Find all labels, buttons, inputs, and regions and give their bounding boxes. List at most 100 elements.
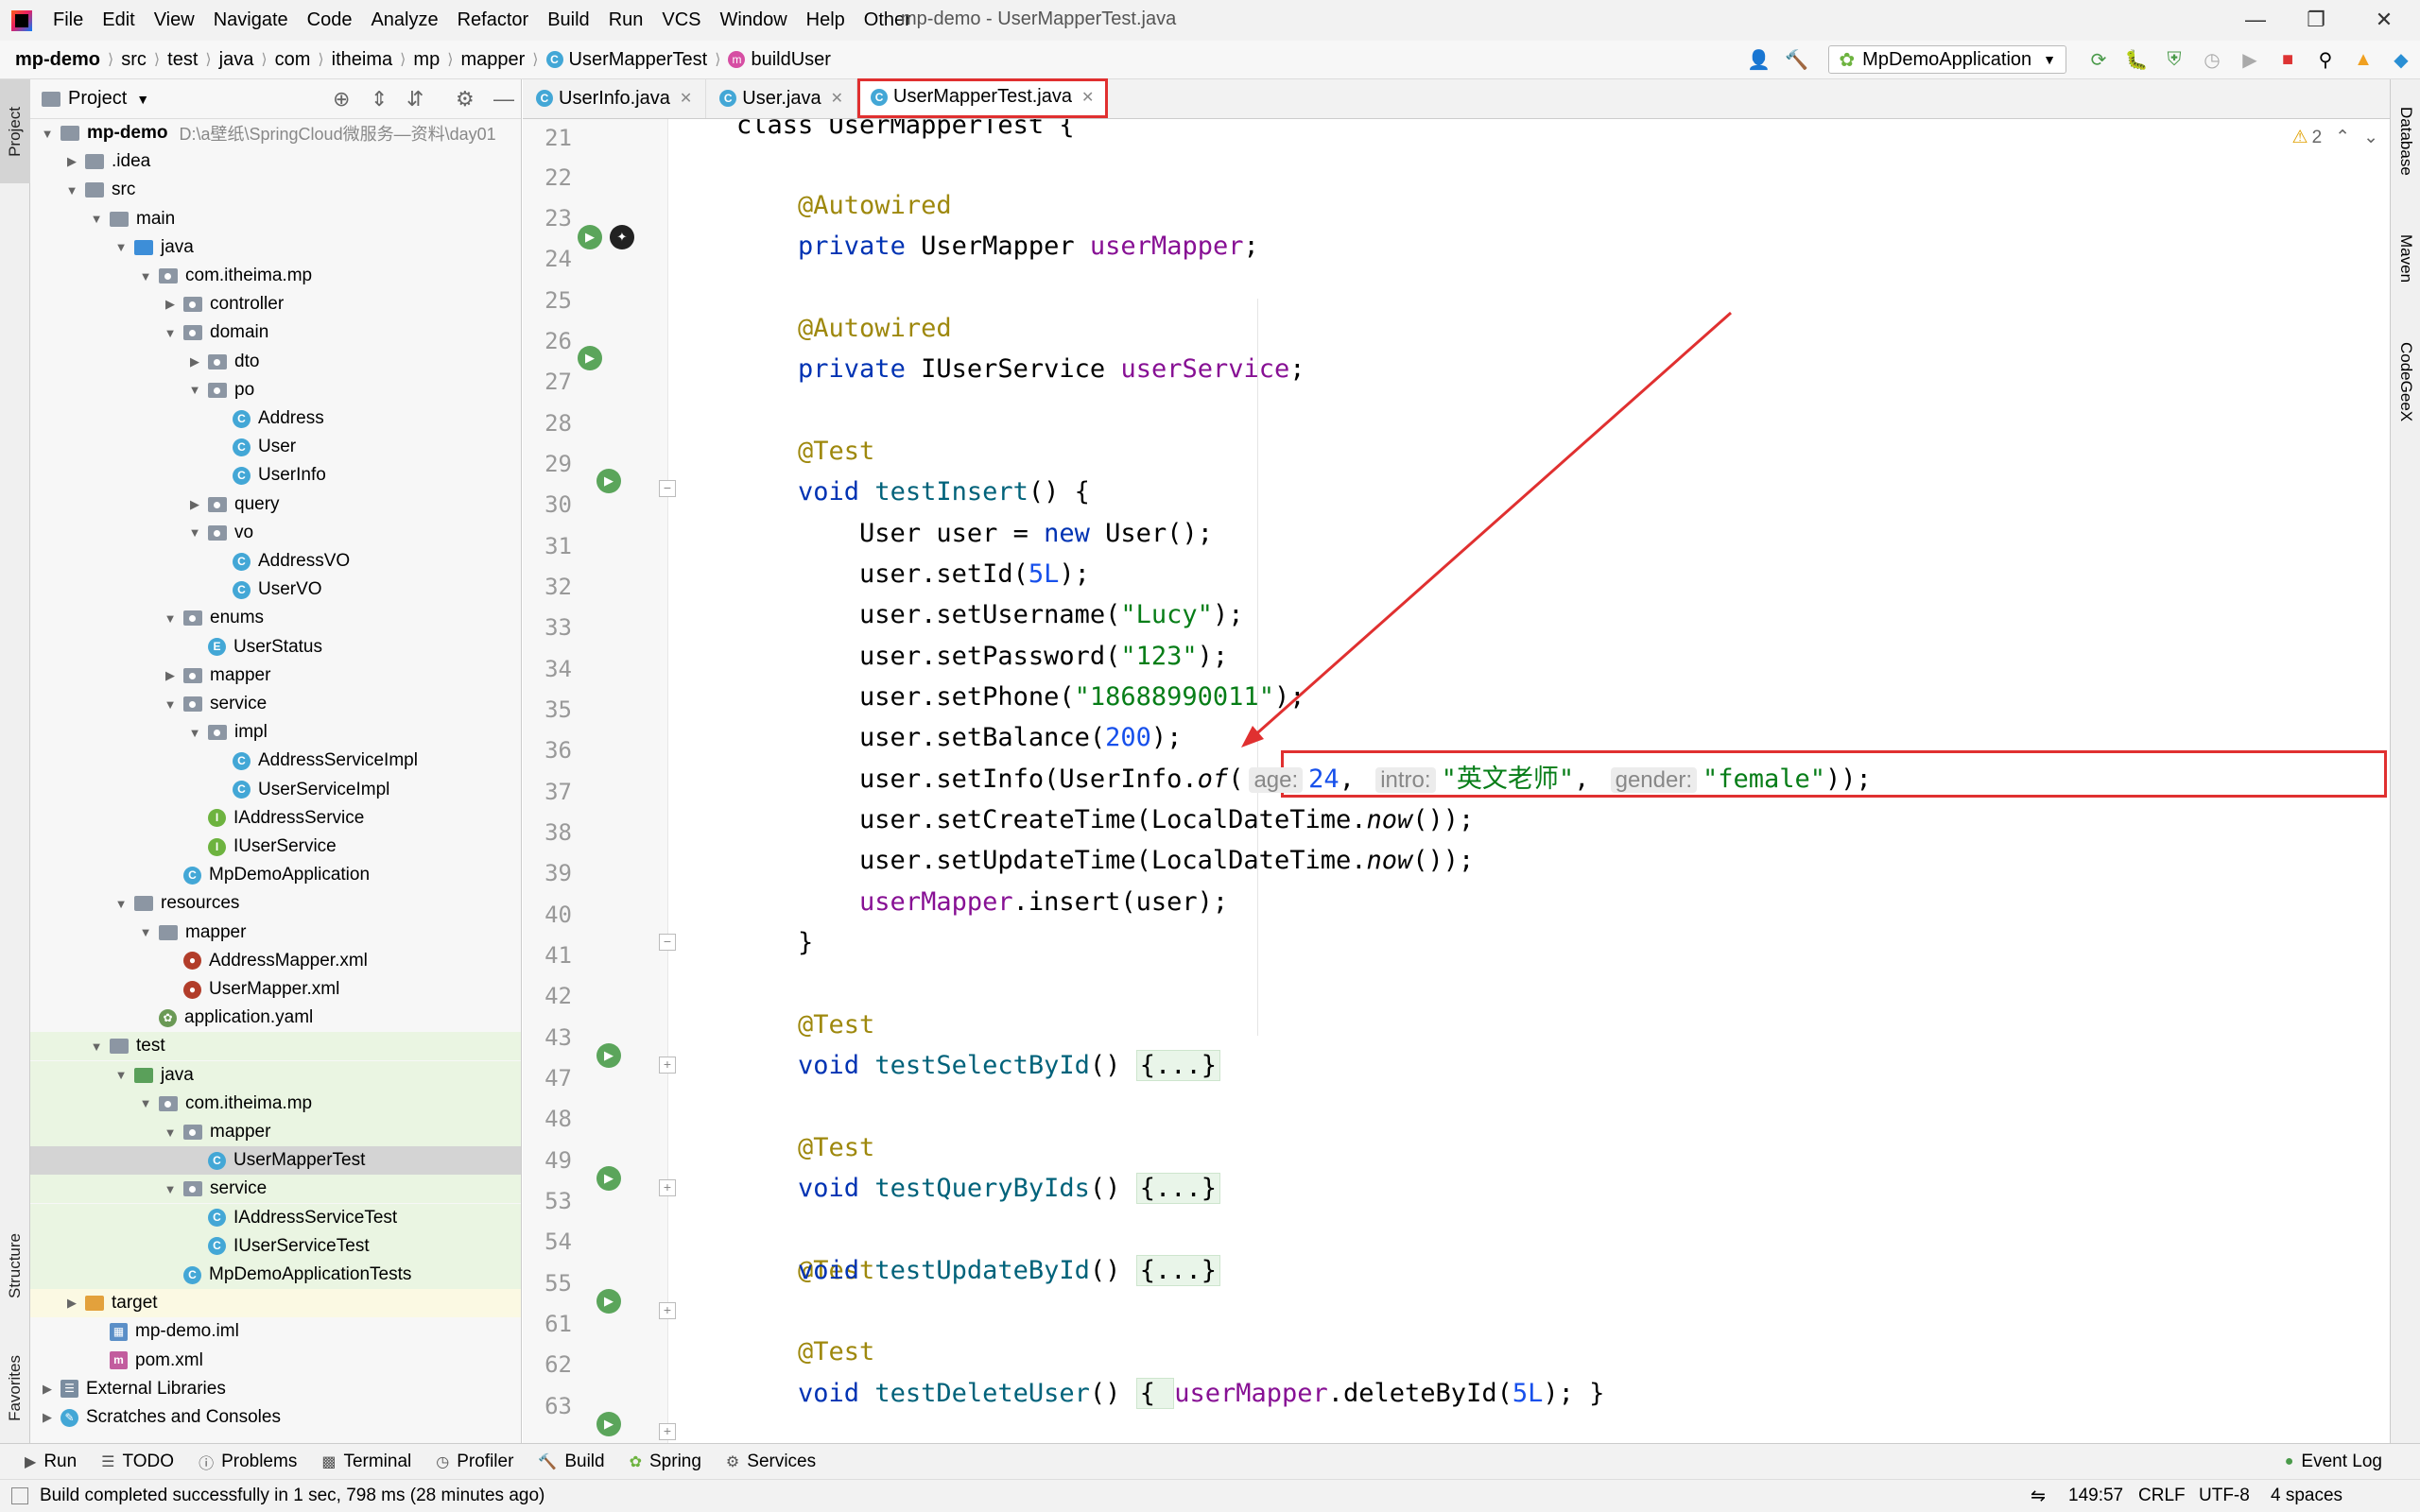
menu-help[interactable]: Help xyxy=(804,8,847,33)
terminal-tool-button[interactable]: ▩ Terminal xyxy=(321,1452,411,1472)
problems-tool-button[interactable]: ⓘ Problems xyxy=(199,1451,297,1473)
folded-code[interactable]: {...} xyxy=(1135,1255,1220,1286)
tree-item[interactable]: ▶ controller xyxy=(30,290,521,318)
services-tool-button[interactable]: ⚙ Services xyxy=(726,1452,816,1472)
tree-item[interactable]: ▼ mapper xyxy=(30,919,521,947)
status-message[interactable]: Build completed successfully in 1 sec, 7… xyxy=(40,1486,544,1506)
hide-panel-icon[interactable]: — xyxy=(493,87,514,112)
tree-item[interactable]: ▶ ☰ External Libraries xyxy=(30,1375,521,1403)
menu-file[interactable]: File xyxy=(51,8,85,33)
close-icon[interactable]: ✕ xyxy=(680,89,692,108)
locate-icon[interactable]: ⊕ xyxy=(333,87,350,112)
tree-item[interactable]: ▼ service xyxy=(30,1175,521,1204)
tree-item[interactable]: ▼ test xyxy=(30,1032,521,1061)
tree-item[interactable]: ▼ enums xyxy=(30,604,521,632)
menu-run[interactable]: Run xyxy=(607,8,646,33)
restore-button[interactable]: ❐ xyxy=(2288,4,2344,36)
menu-navigate[interactable]: Navigate xyxy=(212,8,290,33)
spring-tool-button[interactable]: ✿ Spring xyxy=(630,1452,701,1472)
tree-item[interactable]: I IUserService xyxy=(30,833,521,861)
breadcrumb-test[interactable]: test xyxy=(167,49,198,71)
tree-item[interactable]: I IAddressService xyxy=(30,804,521,833)
stop-disabled-icon[interactable]: ▶ xyxy=(2237,46,2263,73)
tree-item[interactable]: C User xyxy=(30,433,521,461)
tab-userinfo[interactable]: C UserInfo.java ✕ xyxy=(523,78,707,118)
tree-item[interactable]: C AddressVO xyxy=(30,547,521,576)
tree-item[interactable]: ▼ com.itheima.mp xyxy=(30,262,521,290)
menu-vcs[interactable]: VCS xyxy=(660,8,702,33)
breadcrumb-itheima[interactable]: itheima xyxy=(332,49,392,71)
gear-icon[interactable]: ⚙ xyxy=(456,87,475,112)
tree-root[interactable]: ▼ mp-demo D:\a壁纸\SpringCloud微服务—资料\day01 xyxy=(30,119,521,147)
breadcrumb-method[interactable]: buildUser xyxy=(751,49,830,71)
tree-item[interactable]: ▼ po xyxy=(30,376,521,404)
tab-user[interactable]: C User.java ✕ xyxy=(706,78,858,118)
menu-refactor[interactable]: Refactor xyxy=(456,8,531,33)
breadcrumb-com[interactable]: com xyxy=(275,49,311,71)
tree-item[interactable]: ▶ query xyxy=(30,490,521,519)
folded-code[interactable]: { xyxy=(1135,1378,1175,1409)
tree-item[interactable]: C UserInfo xyxy=(30,461,521,490)
database-tool-tab[interactable]: Database xyxy=(2391,89,2420,193)
menu-code[interactable]: Code xyxy=(305,8,354,33)
code-editor[interactable]: 21 22 23 24 25 26 27 28 29 30 31 32 33 34 35 36 37 38 39 40… xyxy=(523,119,2390,1443)
tree-item[interactable]: C UserMapperTest xyxy=(30,1146,521,1176)
breadcrumb-class[interactable]: UserMapperTest xyxy=(569,49,708,71)
menu-build[interactable]: Build xyxy=(545,8,591,33)
collapse-all-icon[interactable]: ⇵ xyxy=(406,87,424,112)
tree-item[interactable]: ▼ java xyxy=(30,233,521,262)
tree-item[interactable]: C MpDemoApplicationTests xyxy=(30,1261,521,1289)
tree-item[interactable]: ▶ ✎ Scratches and Consoles xyxy=(30,1403,521,1432)
line-separator[interactable]: CRLF xyxy=(2138,1486,2186,1506)
coverage-icon[interactable]: ⛨ xyxy=(2161,46,2187,73)
todo-tool-button[interactable]: ☰ TODO xyxy=(101,1452,174,1472)
tree-item[interactable]: ▼ com.itheima.mp xyxy=(30,1089,521,1118)
stop-icon[interactable]: ■ xyxy=(2274,46,2301,73)
breadcrumb-src[interactable]: src xyxy=(121,49,147,71)
update-icon[interactable]: ▲ xyxy=(2350,46,2377,73)
tree-item[interactable]: ▼ service xyxy=(30,690,521,718)
tree-item[interactable]: E UserStatus xyxy=(30,633,521,662)
tree-item[interactable]: m pom.xml xyxy=(30,1347,521,1375)
minimize-button[interactable]: — xyxy=(2227,4,2284,36)
tree-item[interactable]: ▶ target xyxy=(30,1289,521,1318)
menu-window[interactable]: Window xyxy=(718,8,789,33)
favorites-tool-tab[interactable]: Favorites xyxy=(0,1336,30,1440)
tree-item[interactable]: ▶ .idea xyxy=(30,147,521,176)
tree-item[interactable]: ▼ main xyxy=(30,205,521,233)
run-configuration-select[interactable]: ✿ MpDemoApplication ▼ xyxy=(1828,45,2066,74)
structure-tool-tab[interactable]: Structure xyxy=(0,1213,30,1317)
build-tool-button[interactable]: 🔨 Build xyxy=(538,1452,604,1472)
tree-item[interactable]: C IUserServiceTest xyxy=(30,1231,521,1261)
folded-code[interactable]: {...} xyxy=(1135,1050,1220,1081)
codegeex-tool-tab[interactable]: CodeGeeX xyxy=(2391,325,2420,438)
event-log-button[interactable]: ● Event Log xyxy=(2285,1452,2382,1472)
project-tool-tab[interactable]: Project xyxy=(0,79,30,183)
search-icon[interactable]: ⚲ xyxy=(2312,46,2339,73)
breadcrumb-mapper[interactable]: mapper xyxy=(460,49,525,71)
breadcrumb-project[interactable]: mp-demo xyxy=(15,49,100,71)
caret-position[interactable]: 149:57 xyxy=(2068,1486,2123,1506)
tree-item[interactable]: C UserVO xyxy=(30,576,521,604)
tree-item[interactable]: C Address xyxy=(30,404,521,433)
tree-item[interactable]: ▼ mapper xyxy=(30,1118,521,1146)
tree-item[interactable]: ▼ resources xyxy=(30,889,521,918)
close-icon[interactable]: ✕ xyxy=(831,89,843,108)
expand-all-icon[interactable]: ⇕ xyxy=(371,87,388,112)
profile-icon[interactable]: ◷ xyxy=(2199,46,2225,73)
chevron-down-icon[interactable]: ▼ xyxy=(136,92,149,107)
tree-item[interactable]: C UserServiceImpl xyxy=(30,776,521,804)
indent-setting[interactable]: 4 spaces xyxy=(2271,1486,2342,1506)
tree-item[interactable]: ▶ mapper xyxy=(30,662,521,690)
breadcrumb-mp[interactable]: mp xyxy=(413,49,440,71)
user-icon[interactable]: 👤 xyxy=(1745,46,1772,73)
tree-item[interactable]: ✿ application.yaml xyxy=(30,1004,521,1032)
tree-item[interactable]: ▼ src xyxy=(30,176,521,204)
maven-tool-tab[interactable]: Maven xyxy=(2391,212,2420,306)
tree-item[interactable]: ▦ mp-demo.iml xyxy=(30,1317,521,1346)
no-vcs-icon[interactable]: ⇋ xyxy=(2031,1486,2046,1507)
menu-view[interactable]: View xyxy=(152,8,197,33)
tree-item[interactable]: ▼ domain xyxy=(30,318,521,347)
tree-item[interactable]: ▼ vo xyxy=(30,519,521,547)
tree-item[interactable]: ● UserMapper.xml xyxy=(30,975,521,1004)
